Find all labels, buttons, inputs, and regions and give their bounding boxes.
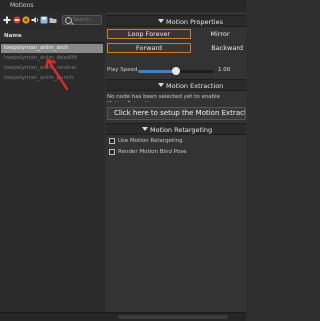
import-icon[interactable] [22,16,30,24]
backward-button[interactable]: Backward [194,43,246,53]
save-icon[interactable] [40,16,48,24]
motion-list-item[interactable]: lowpolyman_anim_punch [1,74,103,83]
loop-forever-button[interactable]: Loop Forever [107,29,191,39]
collapse-triangle-icon [158,83,164,87]
name-column-header[interactable]: Name [0,30,104,43]
render-bind-pose-label: Render Motion Bind Pose [118,149,187,155]
folder-icon[interactable] [49,16,57,24]
extraction-info-clip: No node has been selected yet to enable … [107,94,246,102]
slider-handle[interactable] [172,67,180,75]
section-title: Motion Retargeting [150,125,213,134]
motion-list-item[interactable]: lowpolyman_anim_arch [1,44,103,53]
motion-extraction-header[interactable]: Motion Extraction [106,79,246,91]
section-title: Motion Properties [166,17,223,26]
window-title: Motions [10,2,34,9]
slider-fill [138,70,176,73]
mirror-button[interactable]: Mirror [196,29,244,39]
play-speed-slider[interactable] [138,67,214,75]
search-icon [65,17,72,24]
motion-name: lowpolyman_anim_deadlift [4,55,78,61]
motion-name: lowpolyman_anim_arch [4,45,69,51]
motion-properties-header[interactable]: Motion Properties [106,15,246,27]
horizontal-scrollbar[interactable] [118,315,228,319]
setup-motion-extraction-button[interactable]: Click here to setup the Motion Extractio… [107,107,246,120]
render-bind-pose-checkbox[interactable] [109,149,115,155]
motion-list-item[interactable]: lowpolyman_anim_deadlift [1,54,103,63]
motion-list-panel: Name lowpolyman_anim_arch lowpolyman_ani… [0,12,104,312]
remove-icon[interactable] [13,16,21,24]
play-speed-value: 1.00 [218,67,231,73]
collapse-triangle-icon [142,127,148,131]
motion-list-item[interactable]: lowpolyman_anim_neutral [1,64,103,73]
search-box[interactable] [62,15,102,25]
name-column-label: Name [4,33,22,39]
extraction-info-text: No node has been selected yet to enable … [107,94,221,102]
play-speed-label: Play Speed [107,67,138,73]
add-icon[interactable] [3,16,11,24]
search-input[interactable] [73,16,101,24]
properties-panel: Motion Properties Loop Forever Mirror Fo… [106,12,246,312]
motion-toolbar [0,12,104,30]
sound-icon[interactable] [31,16,39,24]
motion-retargeting-header[interactable]: Motion Retargeting [106,123,246,135]
section-title: Motion Extraction [166,81,224,90]
use-retargeting-label: Use Motion Retargeting [118,138,183,144]
forward-button[interactable]: Forward [107,43,191,53]
motion-name: lowpolyman_anim_neutral [4,65,77,71]
use-retargeting-checkbox[interactable] [109,138,115,144]
collapse-triangle-icon [158,19,164,23]
motion-name: lowpolyman_anim_punch [4,75,74,81]
